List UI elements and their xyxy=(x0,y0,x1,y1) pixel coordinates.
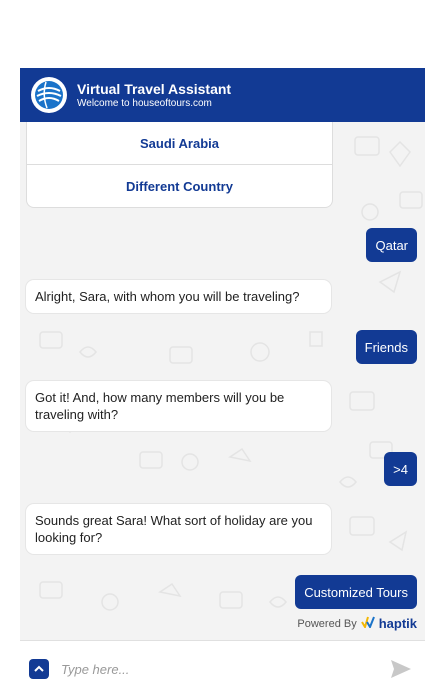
send-button[interactable] xyxy=(389,657,413,681)
header-subtitle: Welcome to houseoftours.com xyxy=(77,97,212,109)
top-spacer xyxy=(0,0,443,68)
user-message: Qatar xyxy=(366,228,417,262)
quick-replies: Saudi Arabia Different Country xyxy=(26,122,333,208)
user-message: >4 xyxy=(384,452,417,486)
user-message: Customized Tours xyxy=(295,575,417,609)
globe-icon xyxy=(31,77,67,113)
powered-by: Powered By haptik xyxy=(297,616,417,631)
message-input[interactable]: Type here... xyxy=(61,662,389,677)
header-title: Virtual Travel Assistant xyxy=(77,80,232,97)
haptik-brand[interactable]: haptik xyxy=(379,616,417,631)
quick-reply-different-country[interactable]: Different Country xyxy=(27,164,332,207)
send-icon xyxy=(391,660,411,678)
chat-widget: Virtual Travel Assistant Welcome to hous… xyxy=(0,0,443,696)
chat-header: Virtual Travel Assistant Welcome to hous… xyxy=(20,68,425,122)
powered-by-label: Powered By xyxy=(297,617,357,630)
expand-menu-button[interactable] xyxy=(29,659,49,679)
composer: Type here... xyxy=(20,640,425,696)
bot-message: Got it! And, how many members will you b… xyxy=(26,381,331,431)
chevron-up-icon xyxy=(34,665,44,672)
haptik-logo-icon xyxy=(360,616,375,631)
bot-message: Alright, Sara, with whom you will be tra… xyxy=(26,280,331,313)
chat-area[interactable]: Saudi Arabia Different Country Qatar Alr… xyxy=(20,122,425,640)
user-message: Friends xyxy=(355,330,417,364)
bot-message: Sounds great Sara! What sort of holiday … xyxy=(26,504,331,554)
quick-reply-saudi-arabia[interactable]: Saudi Arabia xyxy=(27,122,332,164)
